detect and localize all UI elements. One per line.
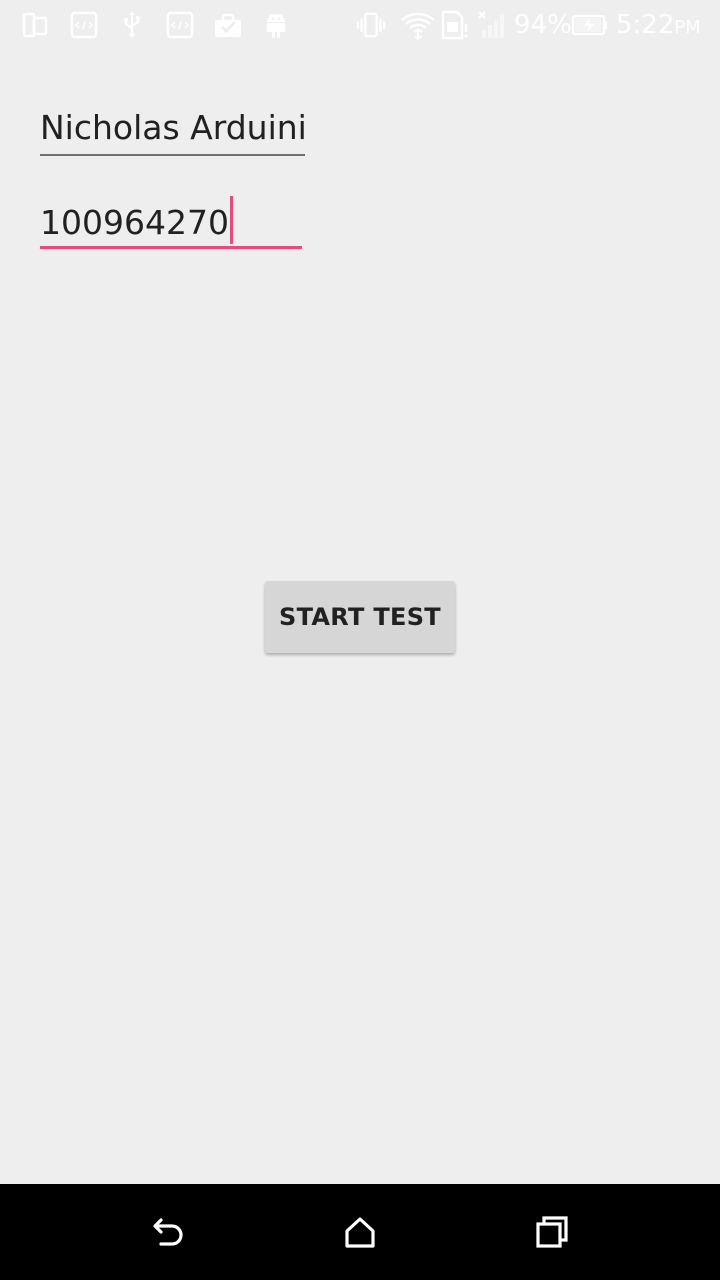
briefcase-check-icon (213, 10, 243, 40)
clock-time: 5:22 (616, 10, 675, 40)
android-icon (261, 10, 291, 40)
code-icon (165, 10, 195, 40)
student-id-field[interactable]: 100964270 (40, 196, 302, 251)
battery-charging-icon (570, 10, 610, 40)
student-id-text: 100964270 (40, 203, 229, 242)
vibrate-icon (356, 10, 386, 40)
name-field[interactable]: Nicholas Arduini (40, 106, 307, 158)
back-icon[interactable] (144, 1208, 192, 1256)
no-signal-icon (476, 10, 510, 40)
home-icon[interactable] (336, 1208, 384, 1256)
status-time: 5:22PM (616, 8, 701, 45)
wifi-icon (400, 10, 436, 40)
status-bar: 94% 5:22PM (0, 0, 720, 50)
name-field-underline (40, 154, 305, 156)
start-test-button[interactable]: START TEST (265, 581, 455, 653)
text-cursor (229, 196, 233, 244)
usb-icon (117, 10, 147, 40)
dual-screen-icon (20, 10, 50, 40)
clock-ampm: PM (674, 17, 701, 38)
battery-percent: 94% (514, 10, 572, 40)
sim-alert-icon (440, 10, 470, 40)
student-id-field-value: 100964270 (40, 196, 233, 245)
student-id-field-underline (40, 246, 302, 249)
app-screen: 94% 5:22PM Nicholas Arduini 100964270 ST… (0, 0, 720, 1280)
navigation-bar (0, 1184, 720, 1280)
recents-icon[interactable] (528, 1208, 576, 1256)
name-field-value: Nicholas Arduini (40, 108, 307, 147)
code-icon (69, 10, 99, 40)
